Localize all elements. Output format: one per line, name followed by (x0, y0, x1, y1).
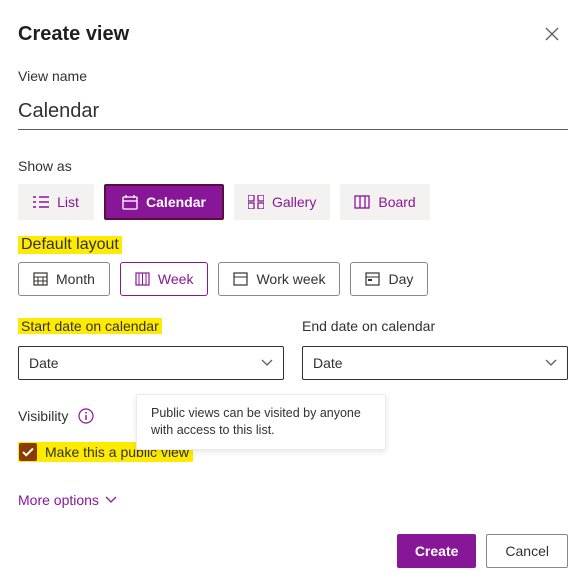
layout-workweek-label: Work week (256, 271, 325, 287)
show-as-board-label: Board (378, 194, 415, 210)
more-options-toggle[interactable]: More options (18, 492, 117, 508)
chevron-down-icon (261, 359, 273, 367)
view-name-input[interactable] (18, 94, 568, 130)
show-as-list-label: List (57, 194, 79, 210)
chevron-down-icon (105, 496, 117, 504)
list-icon (33, 195, 49, 209)
start-date-select[interactable]: Date (18, 346, 284, 380)
day-icon (365, 272, 380, 286)
visibility-tooltip: Public views can be visited by anyone wi… (136, 394, 386, 450)
start-date-label: Start date on calendar (18, 318, 162, 334)
layout-workweek[interactable]: Work week (218, 262, 340, 296)
close-icon (545, 27, 559, 41)
public-view-checkbox[interactable] (19, 443, 37, 461)
show-as-calendar[interactable]: Calendar (104, 184, 224, 220)
default-layout-label: Default layout (18, 236, 122, 254)
show-as-board[interactable]: Board (340, 184, 429, 220)
end-date-label: End date on calendar (302, 318, 435, 334)
show-as-calendar-label: Calendar (146, 194, 206, 210)
more-options-label: More options (18, 492, 99, 508)
cancel-button[interactable]: Cancel (486, 534, 568, 568)
layout-month-label: Month (56, 271, 95, 287)
chevron-down-icon (545, 359, 557, 367)
workweek-icon (233, 272, 248, 286)
checkmark-icon (22, 447, 34, 457)
layout-month[interactable]: Month (18, 262, 110, 296)
visibility-label: Visibility (18, 408, 68, 424)
board-icon (354, 195, 370, 209)
dialog-title: Create view (18, 23, 129, 46)
layout-day-label: Day (388, 271, 413, 287)
layout-week[interactable]: Week (120, 262, 209, 296)
show-as-list[interactable]: List (18, 184, 94, 220)
gallery-icon (248, 195, 264, 209)
layout-day[interactable]: Day (350, 262, 428, 296)
end-date-select[interactable]: Date (302, 346, 568, 380)
month-icon (33, 272, 48, 286)
info-icon[interactable] (78, 408, 94, 424)
show-as-label: Show as (18, 158, 568, 174)
show-as-gallery[interactable]: Gallery (234, 184, 330, 220)
close-button[interactable] (536, 18, 568, 50)
calendar-icon (122, 195, 138, 210)
create-button[interactable]: Create (397, 534, 477, 568)
layout-week-label: Week (158, 271, 194, 287)
end-date-value: Date (313, 355, 343, 371)
view-name-label: View name (18, 68, 568, 84)
start-date-value: Date (29, 355, 59, 371)
show-as-gallery-label: Gallery (272, 194, 316, 210)
week-icon (135, 272, 150, 286)
